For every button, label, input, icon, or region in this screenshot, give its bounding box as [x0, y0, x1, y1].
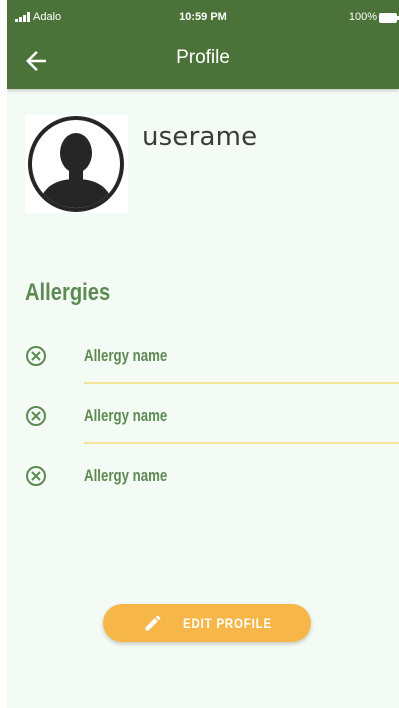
- allergy-name: Allergy name: [84, 346, 168, 365]
- allergy-name: Allergy name: [84, 406, 168, 425]
- battery-icon: [379, 13, 399, 23]
- edit-profile-label: EDIT PROFILE: [183, 615, 272, 631]
- avatar: [25, 115, 128, 213]
- pencil-icon: [145, 615, 161, 631]
- allergy-item: Allergy name: [7, 465, 399, 505]
- divider: [84, 382, 399, 384]
- status-time: 10:59 PM: [179, 11, 227, 23]
- status-bar: Adalo 10:59 PM 100%: [7, 8, 399, 28]
- allergies-title: Allergies: [25, 279, 111, 306]
- header: Adalo 10:59 PM 100% Profile: [7, 0, 399, 89]
- close-circle-icon[interactable]: [25, 345, 47, 367]
- profile-screen: Adalo 10:59 PM 100% Profile userame Alle…: [7, 0, 399, 708]
- username: userame: [142, 122, 258, 152]
- page-title: Profile: [176, 47, 230, 68]
- close-circle-icon[interactable]: [25, 405, 47, 427]
- allergy-item: Allergy name: [7, 345, 399, 385]
- divider: [84, 442, 399, 444]
- battery-percent: 100%: [348, 11, 377, 23]
- allergy-item: Allergy name: [7, 405, 399, 445]
- person-silhouette-icon: [28, 116, 124, 212]
- app-bar: Profile: [7, 33, 399, 89]
- edit-profile-button[interactable]: EDIT PROFILE: [103, 604, 311, 642]
- allergy-name: Allergy name: [84, 466, 168, 485]
- close-circle-icon[interactable]: [25, 465, 47, 487]
